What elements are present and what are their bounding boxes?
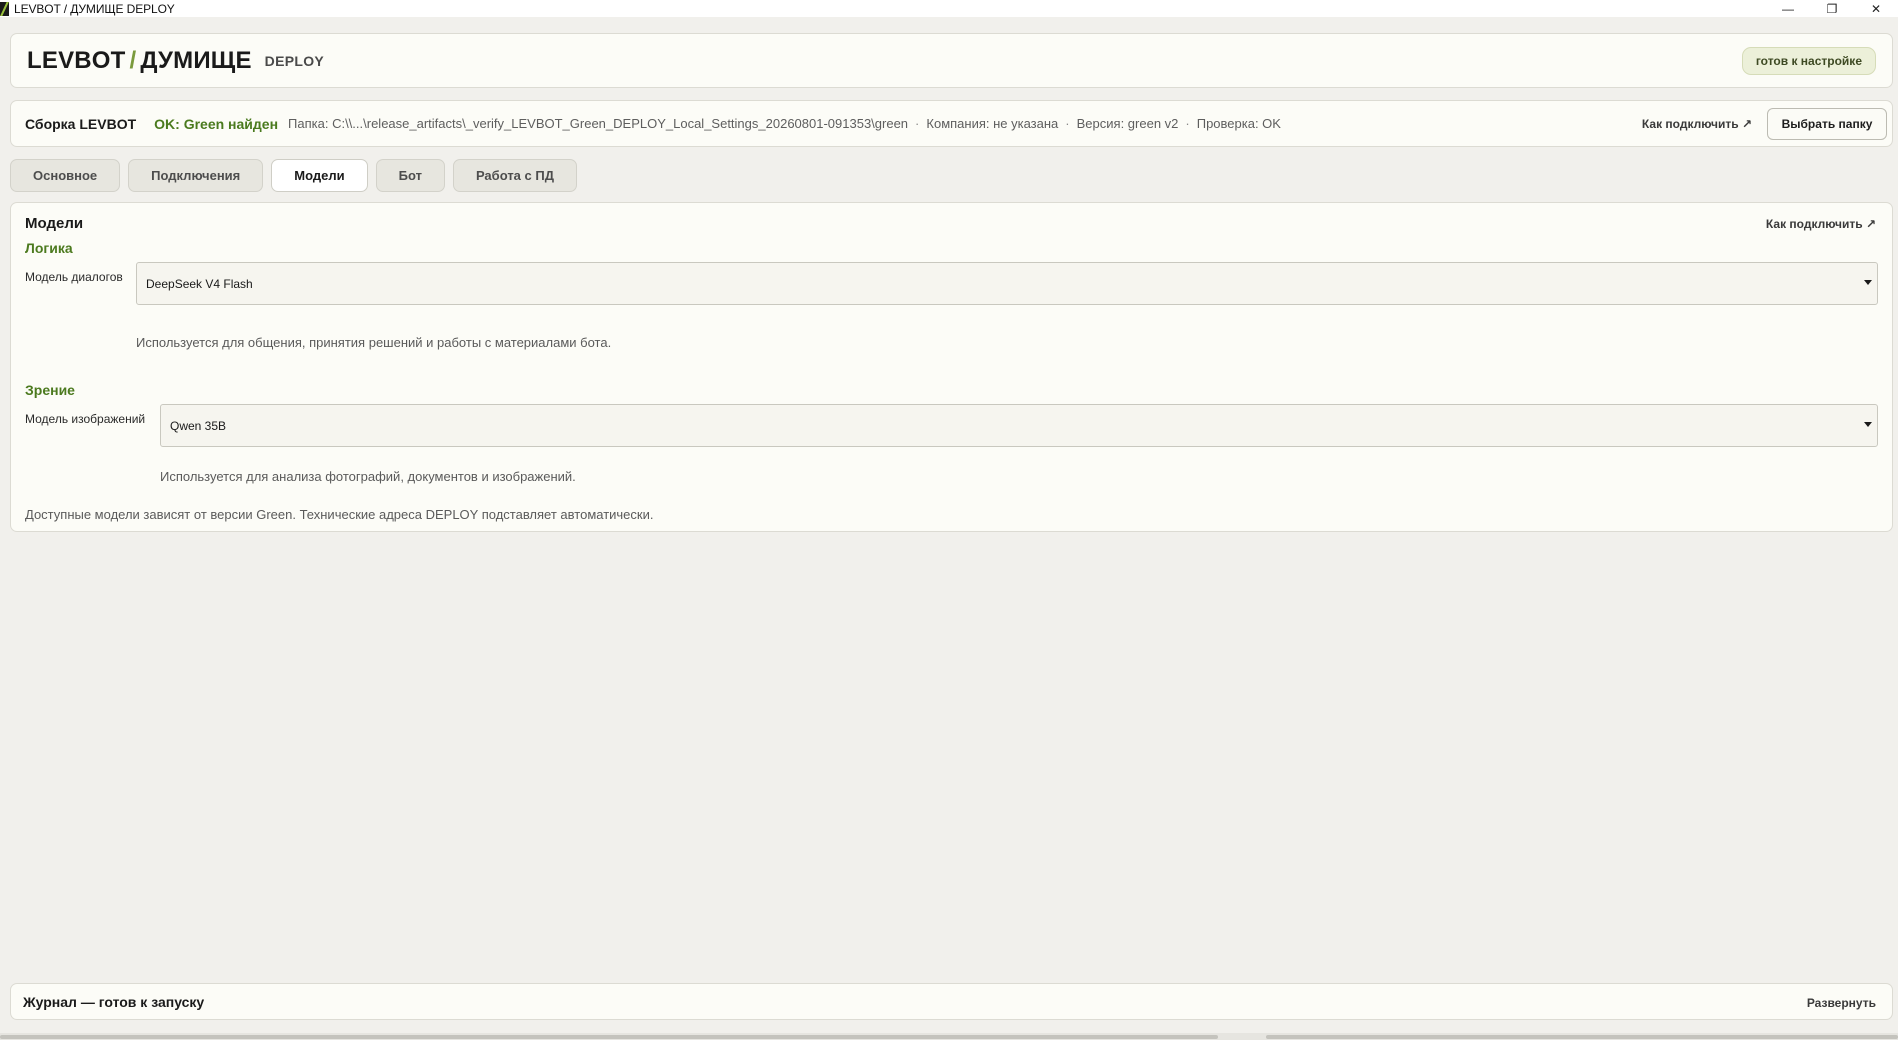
tab-models[interactable]: Модели (271, 159, 368, 192)
meta-separator: · (915, 116, 920, 131)
tab-basic[interactable]: Основное (10, 159, 121, 192)
image-model-select[interactable]: Qwen 35B (160, 404, 1878, 447)
section-logic: Логика (25, 240, 73, 256)
journal-title: Журнал — готов к запуску (23, 993, 205, 1010)
dialog-model-value: DeepSeek V4 Flash (146, 276, 253, 291)
build-company: Компания: не указана (926, 116, 1059, 131)
scrollbar-track-segment (1266, 1035, 1898, 1039)
build-ok-status: OK: Green найден (154, 115, 279, 132)
tab-personal-data[interactable]: Работа с ПД (452, 159, 577, 192)
chevron-down-icon (1864, 422, 1872, 427)
tab-bar: Основное Подключения Модели Бот Работа с… (10, 159, 585, 192)
dialog-model-label: Модель диалогов (25, 270, 123, 284)
expand-journal-button[interactable]: Развернуть (1807, 996, 1876, 1010)
restore-button[interactable]: ❐ (1810, 0, 1854, 17)
brand-dumishche: ДУМИЩЕ (140, 46, 252, 74)
minimize-button[interactable]: — (1766, 0, 1810, 17)
brand-header: LEVBOT / ДУМИЩЕ DEPLOY готов к настройке (10, 33, 1893, 88)
build-version: Версия: green v2 (1076, 116, 1179, 131)
window-titlebar: LEVBOT / ДУМИЩЕ DEPLOY — ❐ ✕ (0, 0, 1898, 17)
brand-levbot: LEVBOT (27, 46, 126, 74)
models-footer-note: Доступные модели зависят от версии Green… (25, 507, 654, 522)
build-check: Проверка: OK (1196, 116, 1281, 131)
build-folder-path: Папка: C:\\...\release_artifacts\_verify… (288, 116, 909, 131)
brand-slash: / (129, 46, 137, 74)
build-title: Сборка LEVBOT (25, 115, 137, 132)
models-panel: Модели Как подключить ↗ Логика Модель ди… (10, 202, 1893, 532)
meta-separator: · (1065, 116, 1070, 131)
build-meta: Папка: C:\\...\release_artifacts\_verify… (288, 116, 1281, 131)
chevron-down-icon (1864, 280, 1872, 285)
window-title: LEVBOT / ДУМИЩЕ DEPLOY (14, 1, 175, 16)
tab-connections[interactable]: Подключения (128, 159, 264, 192)
dialog-model-hint: Используется для общения, принятия решен… (136, 335, 612, 350)
close-button[interactable]: ✕ (1854, 0, 1898, 17)
app-logo-icon (0, 1, 9, 16)
window-controls: — ❐ ✕ (1766, 0, 1898, 17)
image-model-label: Модель изображений (25, 412, 146, 426)
dialog-model-select[interactable]: DeepSeek V4 Flash (136, 262, 1878, 305)
brand-title: LEVBOT / ДУМИЩЕ (27, 47, 252, 75)
brand-subtitle: DEPLOY (264, 52, 325, 69)
section-vision: Зрение (25, 382, 75, 398)
status-badge: готов к настройке (1741, 47, 1876, 75)
scrollbar-thumb[interactable] (0, 1035, 1218, 1039)
choose-folder-button[interactable]: Выбрать папку (1767, 108, 1887, 140)
models-how-to-connect-link[interactable]: Как подключить ↗ (1766, 217, 1876, 231)
image-model-hint: Используется для анализа фотографий, док… (160, 469, 576, 484)
journal-bar: Журнал — готов к запуску Развернуть (10, 983, 1893, 1020)
image-model-value: Qwen 35B (170, 418, 227, 433)
horizontal-scrollbar[interactable] (0, 1033, 1898, 1040)
build-info-bar: Сборка LEVBOT OK: Green найден Папка: C:… (10, 100, 1893, 147)
meta-separator: · (1185, 116, 1190, 131)
panel-title: Модели (25, 215, 84, 232)
tab-bot[interactable]: Бот (375, 159, 445, 192)
how-to-connect-link[interactable]: Как подключить ↗ (1642, 117, 1752, 131)
